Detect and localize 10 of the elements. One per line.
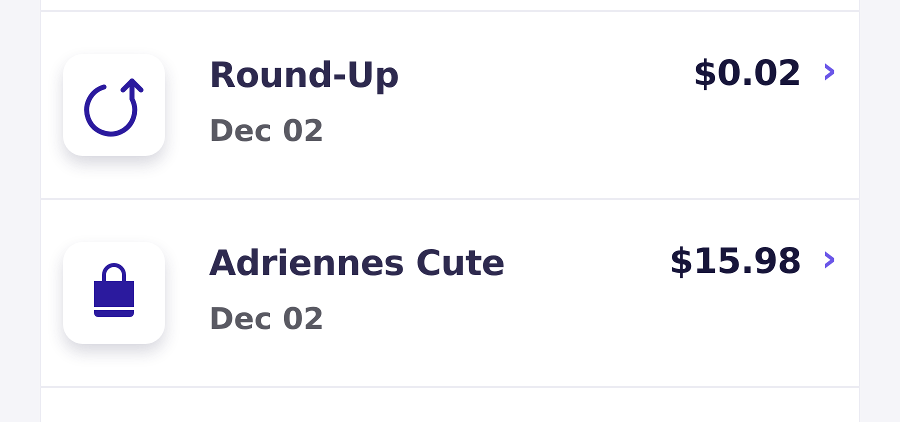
chevron-icon[interactable]: › [821,48,837,92]
transaction-row[interactable]: Round-Up Dec 02 $0.02 › [41,12,859,200]
chevron-icon[interactable]: › [821,236,837,280]
transaction-amount: $15.98 [669,241,802,284]
transaction-title: Adriennes Cute [209,243,506,286]
transaction-amount: $0.02 [693,53,802,96]
transaction-row[interactable]: Adriennes Cute Dec 02 $15.98 › [41,200,859,388]
transaction-title: Round-Up [209,55,400,98]
transaction-date: Dec 02 [209,113,326,151]
transaction-date: Dec 02 [209,301,326,339]
